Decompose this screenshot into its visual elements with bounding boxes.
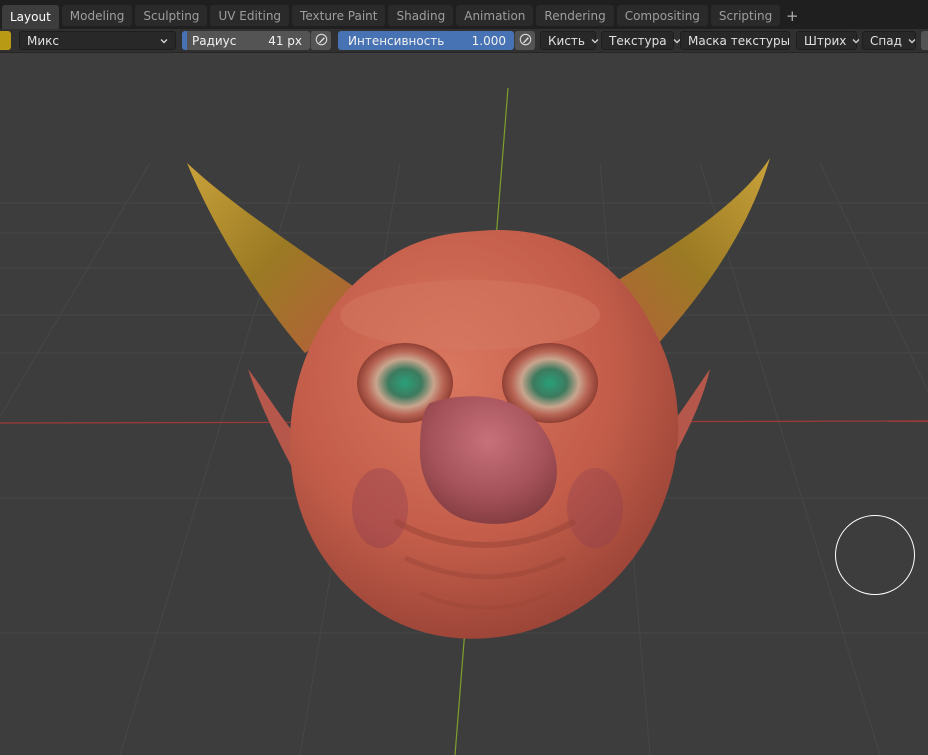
blend-mode-label: Микс: [27, 33, 59, 48]
radius-value: 41 px: [268, 33, 302, 48]
tab-modeling[interactable]: Modeling: [61, 5, 133, 26]
tab-uv-editing[interactable]: UV Editing: [210, 5, 290, 26]
tab-animation[interactable]: Animation: [456, 5, 534, 26]
brush-color-swatch[interactable]: [0, 31, 11, 50]
tab-rendering[interactable]: Rendering: [536, 5, 614, 26]
falloff-menu-label: Спад: [870, 33, 902, 48]
tab-scripting[interactable]: Scripting: [710, 5, 781, 26]
chevron-down-icon: [851, 36, 861, 46]
pen-pressure-icon: [519, 33, 532, 49]
brush-cursor-circle: [835, 515, 915, 595]
add-workspace-button[interactable]: +: [783, 5, 801, 26]
chevron-down-icon: [590, 36, 600, 46]
texture-mask-menu[interactable]: Маска текстуры: [680, 31, 804, 50]
workspace-tab-bar: Layout Modeling Sculpting UV Editing Tex…: [0, 0, 928, 29]
tab-texture-paint[interactable]: Texture Paint: [292, 5, 386, 26]
falloff-menu[interactable]: Спад: [862, 31, 916, 50]
tab-compositing[interactable]: Compositing: [616, 5, 708, 26]
stroke-menu[interactable]: Штрих: [796, 31, 860, 50]
tab-sculpting[interactable]: Sculpting: [135, 5, 208, 26]
radius-label: Радиус: [192, 33, 237, 48]
brush-menu-label: Кисть: [548, 33, 585, 48]
texture-menu[interactable]: Текстура: [601, 31, 681, 50]
pen-pressure-icon: [315, 33, 328, 49]
overflow-menu-button[interactable]: [921, 31, 928, 50]
strength-field[interactable]: Интенсивность 1.000: [338, 31, 514, 50]
stroke-menu-label: Штрих: [804, 33, 847, 48]
blender-window: Layout Modeling Sculpting UV Editing Tex…: [0, 0, 928, 755]
texture-menu-label: Текстура: [609, 33, 667, 48]
radius-pressure-button[interactable]: [310, 31, 331, 50]
brush-menu[interactable]: Кисть: [540, 31, 599, 50]
strength-label: Интенсивность: [348, 33, 445, 48]
strength-pressure-button[interactable]: [514, 31, 535, 50]
3d-viewport[interactable]: [0, 53, 928, 755]
radius-field[interactable]: Радиус 41 px: [182, 31, 310, 50]
blend-mode-dropdown[interactable]: Микс: [19, 31, 176, 50]
tool-settings-header: Микс Радиус 41 px Интенсивность 1.000 Ки…: [0, 29, 928, 53]
tab-layout[interactable]: Layout: [2, 5, 59, 29]
strength-value: 1.000: [471, 33, 506, 48]
chevron-down-icon: [159, 36, 169, 46]
chevron-down-icon: [907, 36, 917, 46]
texture-mask-menu-label: Маска текстуры: [688, 33, 791, 48]
viewport-scene: [0, 87, 928, 755]
tab-shading[interactable]: Shading: [388, 5, 454, 26]
